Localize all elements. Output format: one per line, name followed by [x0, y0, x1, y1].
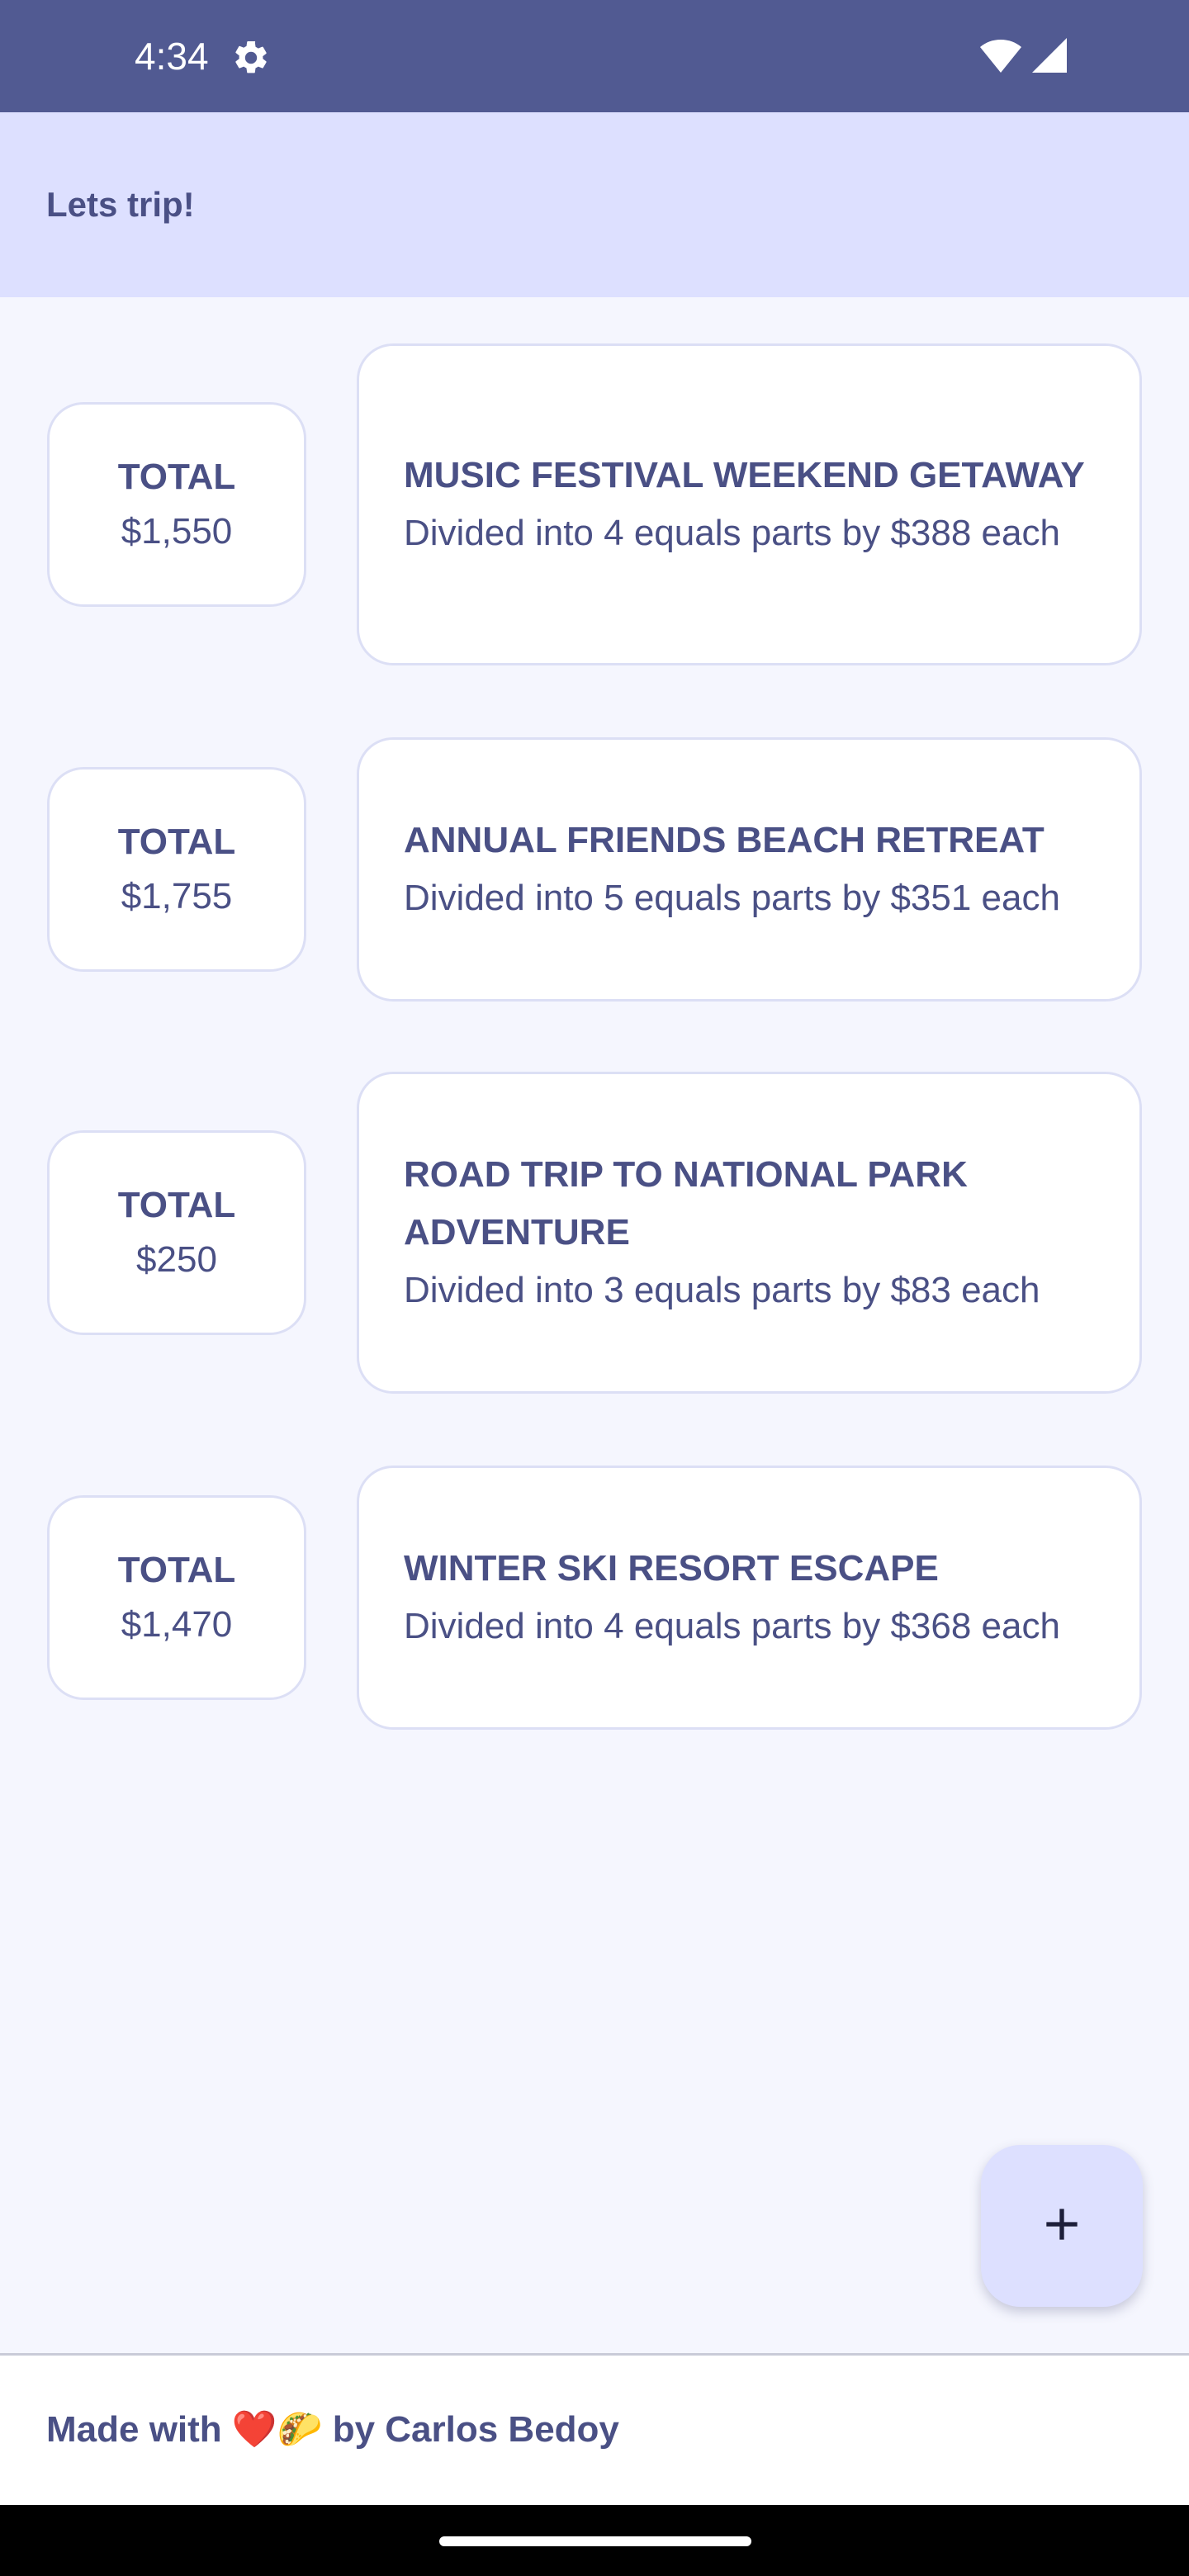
system-nav-bar — [0, 2505, 1189, 2576]
plus-icon — [1035, 2198, 1088, 2255]
trip-description: Divided into 5 equals parts by $351 each — [404, 878, 1060, 918]
total-value: $1,470 — [121, 1604, 233, 1645]
app-screen: 4:34 Lets trip! TOTAL $1,550 MUSIC FESTI… — [0, 0, 1189, 2576]
trip-card[interactable]: ANNUAL FRIENDS BEACH RETREAT Divided int… — [357, 737, 1142, 1002]
trip-total-card[interactable]: TOTAL $1,550 — [47, 402, 306, 607]
trip-total-card[interactable]: TOTAL $1,755 — [47, 767, 306, 972]
add-trip-button[interactable] — [981, 2145, 1143, 2307]
trip-description: Divided into 4 equals parts by $368 each — [404, 1606, 1060, 1646]
wifi-icon — [979, 38, 1022, 74]
total-label: TOTAL — [117, 457, 236, 497]
trip-name: MUSIC FESTIVAL WEEKEND GETAWAY — [404, 455, 1085, 495]
trip-row[interactable]: TOTAL $250 ROAD TRIP TO NATIONAL PARK AD… — [0, 1072, 1189, 1394]
trip-card[interactable]: MUSIC FESTIVAL WEEKEND GETAWAY Divided i… — [357, 343, 1142, 665]
home-gesture-handle[interactable] — [439, 2536, 751, 2546]
total-label: TOTAL — [117, 1185, 236, 1225]
status-bar: 4:34 — [0, 0, 1189, 112]
app-title: Lets trip! — [46, 185, 195, 224]
cell-signal-icon — [1030, 36, 1068, 74]
app-bar: Lets trip! — [0, 112, 1189, 297]
trip-total-card[interactable]: TOTAL $1,470 — [47, 1495, 306, 1700]
trip-name: WINTER SKI RESORT ESCAPE — [404, 1548, 939, 1589]
total-value: $1,550 — [121, 511, 233, 552]
total-value: $250 — [136, 1239, 217, 1280]
trip-name: ANNUAL FRIENDS BEACH RETREAT — [404, 820, 1045, 860]
trip-row[interactable]: TOTAL $1,470 WINTER SKI RESORT ESCAPE Di… — [0, 1466, 1189, 1730]
settings-gear-icon — [231, 38, 271, 78]
status-time: 4:34 — [135, 35, 209, 78]
trip-name: ROAD TRIP TO NATIONAL PARK ADVENTURE — [404, 1154, 968, 1252]
footer-credit: Made with ❤️🌮 by Carlos Bedoy — [46, 2409, 619, 2450]
trip-row[interactable]: TOTAL $1,550 MUSIC FESTIVAL WEEKEND GETA… — [0, 343, 1189, 665]
trip-card[interactable]: WINTER SKI RESORT ESCAPE Divided into 4 … — [357, 1466, 1142, 1730]
trip-total-card[interactable]: TOTAL $250 — [47, 1130, 306, 1335]
trip-row[interactable]: TOTAL $1,755 ANNUAL FRIENDS BEACH RETREA… — [0, 737, 1189, 1002]
total-value: $1,755 — [121, 876, 233, 916]
total-label: TOTAL — [117, 822, 236, 862]
footer: Made with ❤️🌮 by Carlos Bedoy — [0, 2353, 1189, 2505]
trip-description: Divided into 4 equals parts by $388 each — [404, 513, 1060, 553]
trip-description: Divided into 3 equals parts by $83 each — [404, 1270, 1040, 1310]
total-label: TOTAL — [117, 1550, 236, 1590]
trip-card[interactable]: ROAD TRIP TO NATIONAL PARK ADVENTURE Div… — [357, 1072, 1142, 1394]
